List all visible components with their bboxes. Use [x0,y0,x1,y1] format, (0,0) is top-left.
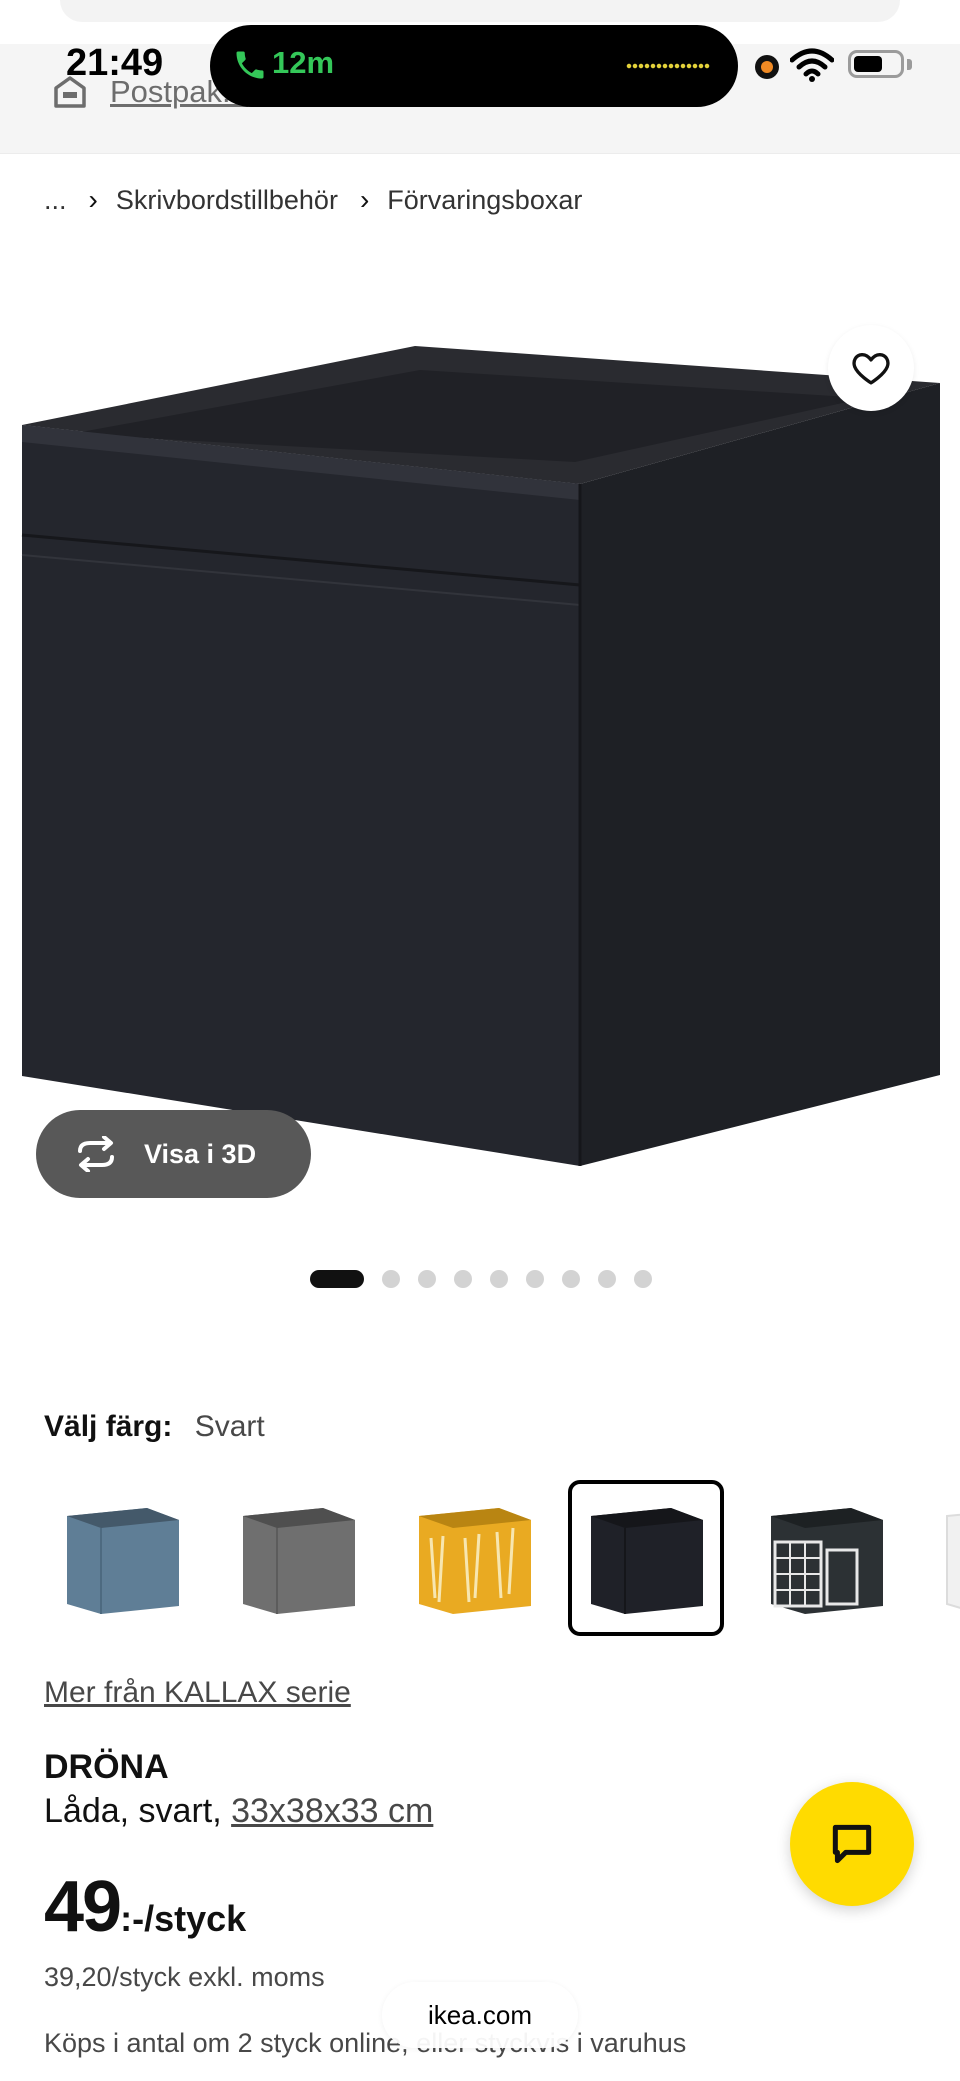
chat-bubble-icon [832,1824,872,1864]
purchase-quantity-note: Köps i antal om 2 styck online, eller st… [44,2028,687,2058]
heart-icon [852,353,890,385]
gallery-dot-3[interactable] [418,1270,436,1288]
view-3d-button[interactable]: Visa i 3D [36,1110,311,1198]
gallery-dot-1[interactable] [310,1270,364,1288]
gallery-dot-9[interactable] [634,1270,652,1288]
chat-button[interactable] [790,1782,914,1906]
dynamic-island[interactable]: 12m [210,25,738,107]
favorite-button[interactable] [828,325,914,411]
breadcrumb-ellipsis[interactable]: ... [44,185,67,216]
swatch-black-building-print[interactable] [748,1480,904,1636]
price-suffix: :-/styck [120,1898,247,1939]
color-label: Välj färg: [44,1410,173,1443]
gallery-dot-7[interactable] [562,1270,580,1288]
gallery-pagination [310,1270,652,1288]
product-name: DRÖNA [44,1748,169,1786]
audio-wave-icon [626,63,710,69]
gallery-dot-4[interactable] [454,1270,472,1288]
box-thumbnail-print [771,1508,883,1614]
gallery-dot-6[interactable] [526,1270,544,1288]
series-link[interactable]: Mer från KALLAX serie [44,1676,351,1710]
battery-icon [848,50,904,78]
view-3d-label: Visa i 3D [144,1138,257,1169]
gallery-dot-2[interactable] [382,1270,400,1288]
color-swatch-list [44,1480,960,1636]
chevron-right-icon: › [88,184,98,215]
battery-tip [907,59,912,70]
box-thumbnail-yellow [419,1508,531,1614]
box-thumbnail-gray [243,1508,355,1614]
breadcrumb-skrivbordstillbehor[interactable]: Skrivbordstillbehör [116,185,338,216]
price-excl-vat: 39,20/styck exkl. moms [44,1962,325,1992]
box-thumbnail-black [591,1508,703,1614]
price-value: 49 [44,1867,122,1947]
price: 49 :-/styck [44,1866,246,1948]
box-thumbnail-white [946,1513,960,1609]
chevron-right-icon: › [359,184,370,215]
browser-url-bar[interactable]: ikea.com [382,1982,578,2048]
selected-color: Svart [194,1410,265,1443]
swatch-black-selected[interactable] [568,1480,724,1636]
swatch-blue-gray[interactable] [44,1480,200,1636]
gallery-dot-5[interactable] [490,1270,508,1288]
breadcrumb: ... › Skrivbordstillbehör › Förvaringsbo… [44,184,582,216]
breadcrumb-forvaringsboxar[interactable]: Förvaringsboxar [387,185,582,216]
box-thumbnail-blue [67,1508,179,1614]
product-image[interactable] [0,240,960,1240]
swatch-gray[interactable] [220,1480,376,1636]
swatch-yellow-pattern[interactable] [396,1480,552,1636]
wifi-icon [790,48,834,82]
product-size-link[interactable]: 33x38x33 cm [231,1792,433,1830]
top-sheet-edge [60,0,900,22]
product-description: Låda, svart, 33x38x33 cm [44,1792,433,1831]
swatch-white[interactable] [924,1480,960,1636]
rotate-3d-icon [78,1136,114,1172]
recording-indicator-icon [755,55,779,79]
product-type: Låda, svart, [44,1792,232,1830]
call-duration: 12m [272,45,335,80]
gallery-dot-8[interactable] [598,1270,616,1288]
phone-icon [236,51,264,79]
status-time: 21:49 [66,42,164,84]
color-selector-heading: Välj färg: Svart [44,1410,265,1444]
